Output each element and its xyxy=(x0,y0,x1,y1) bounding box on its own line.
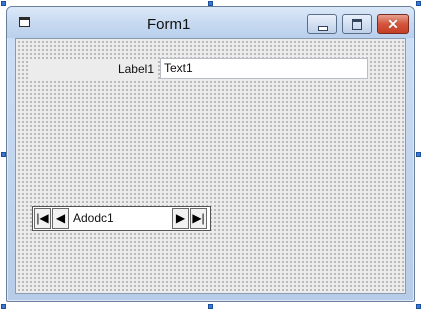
resize-handle-bottom-right[interactable] xyxy=(416,304,421,309)
minimize-button[interactable] xyxy=(307,14,337,34)
move-first-icon: |◀ xyxy=(36,211,49,225)
form-icon[interactable] xyxy=(19,17,30,27)
label1-control[interactable]: Label1 xyxy=(28,59,156,79)
resize-handle-right[interactable] xyxy=(416,152,421,157)
move-previous-button[interactable]: ◀ xyxy=(52,208,69,229)
move-next-icon: ▶ xyxy=(175,211,186,225)
move-first-button[interactable]: |◀ xyxy=(34,208,51,229)
form-design-surface[interactable]: Label1 Text1 |◀ ◀ Adodc1 ▶ ▶| xyxy=(15,38,406,294)
text1-control[interactable]: Text1 xyxy=(160,58,368,79)
adodc-control[interactable]: |◀ ◀ Adodc1 ▶ ▶| xyxy=(32,206,211,231)
window-title: Form1 xyxy=(147,16,191,33)
title-bar[interactable]: Form1 ✕ xyxy=(7,7,414,38)
adodc-caption: Adodc1 xyxy=(73,211,114,225)
move-last-button[interactable]: ▶| xyxy=(190,208,207,229)
resize-handle-top-left[interactable] xyxy=(1,1,6,6)
maximize-button[interactable] xyxy=(342,14,372,34)
form-window[interactable]: Form1 ✕ Label1 Text1 |◀ ◀ Adodc1 ▶ ▶| xyxy=(6,6,415,302)
close-icon: ✕ xyxy=(387,16,399,32)
resize-handle-bottom[interactable] xyxy=(208,304,213,309)
move-last-icon: ▶| xyxy=(192,211,205,225)
resize-handle-bottom-left[interactable] xyxy=(1,304,6,309)
move-previous-icon: ◀ xyxy=(55,211,66,225)
move-next-button[interactable]: ▶ xyxy=(172,208,189,229)
resize-handle-top-right[interactable] xyxy=(416,1,421,6)
close-button[interactable]: ✕ xyxy=(377,14,409,34)
